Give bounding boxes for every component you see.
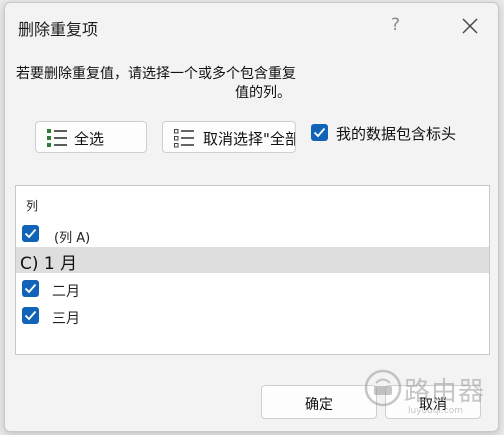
close-button[interactable] [457, 13, 483, 39]
checkmark-icon [24, 283, 37, 294]
column-january-label: C) 1 月 [20, 254, 78, 274]
column-march-label: 三月 [52, 311, 80, 327]
unselect-all-label: 取消选择"全部 [203, 130, 296, 148]
select-all-icon [47, 129, 67, 147]
column-february-checkbox[interactable] [22, 280, 39, 297]
column-a-checkbox[interactable] [22, 225, 39, 242]
title-bar: 删除重复项 ? [5, 3, 498, 47]
column-row-a[interactable]: (列 A) [16, 222, 489, 246]
column-february-label: 二月 [52, 284, 80, 300]
select-all-button[interactable]: 全选 [35, 121, 147, 153]
columns-listbox[interactable]: 列 (列 A) C) 1 月 二月 三月 [15, 185, 490, 355]
checkmark-icon [24, 228, 37, 239]
dialog-title: 删除重复项 [18, 20, 99, 39]
select-all-label: 全选 [74, 130, 105, 148]
checkmark-icon [313, 127, 326, 138]
router-logo-icon [364, 369, 402, 407]
watermark: 路由器 luyouqi.com [360, 365, 500, 425]
help-button[interactable]: ? [391, 15, 400, 35]
column-row-february[interactable]: 二月 [16, 277, 489, 301]
checkmark-icon [24, 310, 37, 321]
headers-checkbox-label: 我的数据包含标头 [336, 125, 457, 143]
column-a-label: (列 A) [54, 231, 91, 246]
columns-list-header: 列 [26, 199, 39, 213]
headers-checkbox[interactable] [311, 124, 328, 141]
unselect-all-button[interactable]: 取消选择"全部 [162, 121, 296, 153]
close-icon [462, 18, 478, 34]
column-row-march[interactable]: 三月 [16, 304, 489, 328]
watermark-text: 路由器 [404, 377, 486, 407]
column-row-january[interactable]: C) 1 月 [16, 247, 489, 274]
watermark-url: luyouqi.com [408, 406, 464, 416]
ok-button-label: 确定 [305, 397, 333, 413]
instruction-text-line1: 若要删除重复值，请选择一个或多个包含重复 [16, 66, 296, 82]
instruction-text-line2: 值的列。 [235, 85, 291, 101]
unselect-all-icon [174, 129, 194, 148]
column-march-checkbox[interactable] [22, 307, 39, 324]
